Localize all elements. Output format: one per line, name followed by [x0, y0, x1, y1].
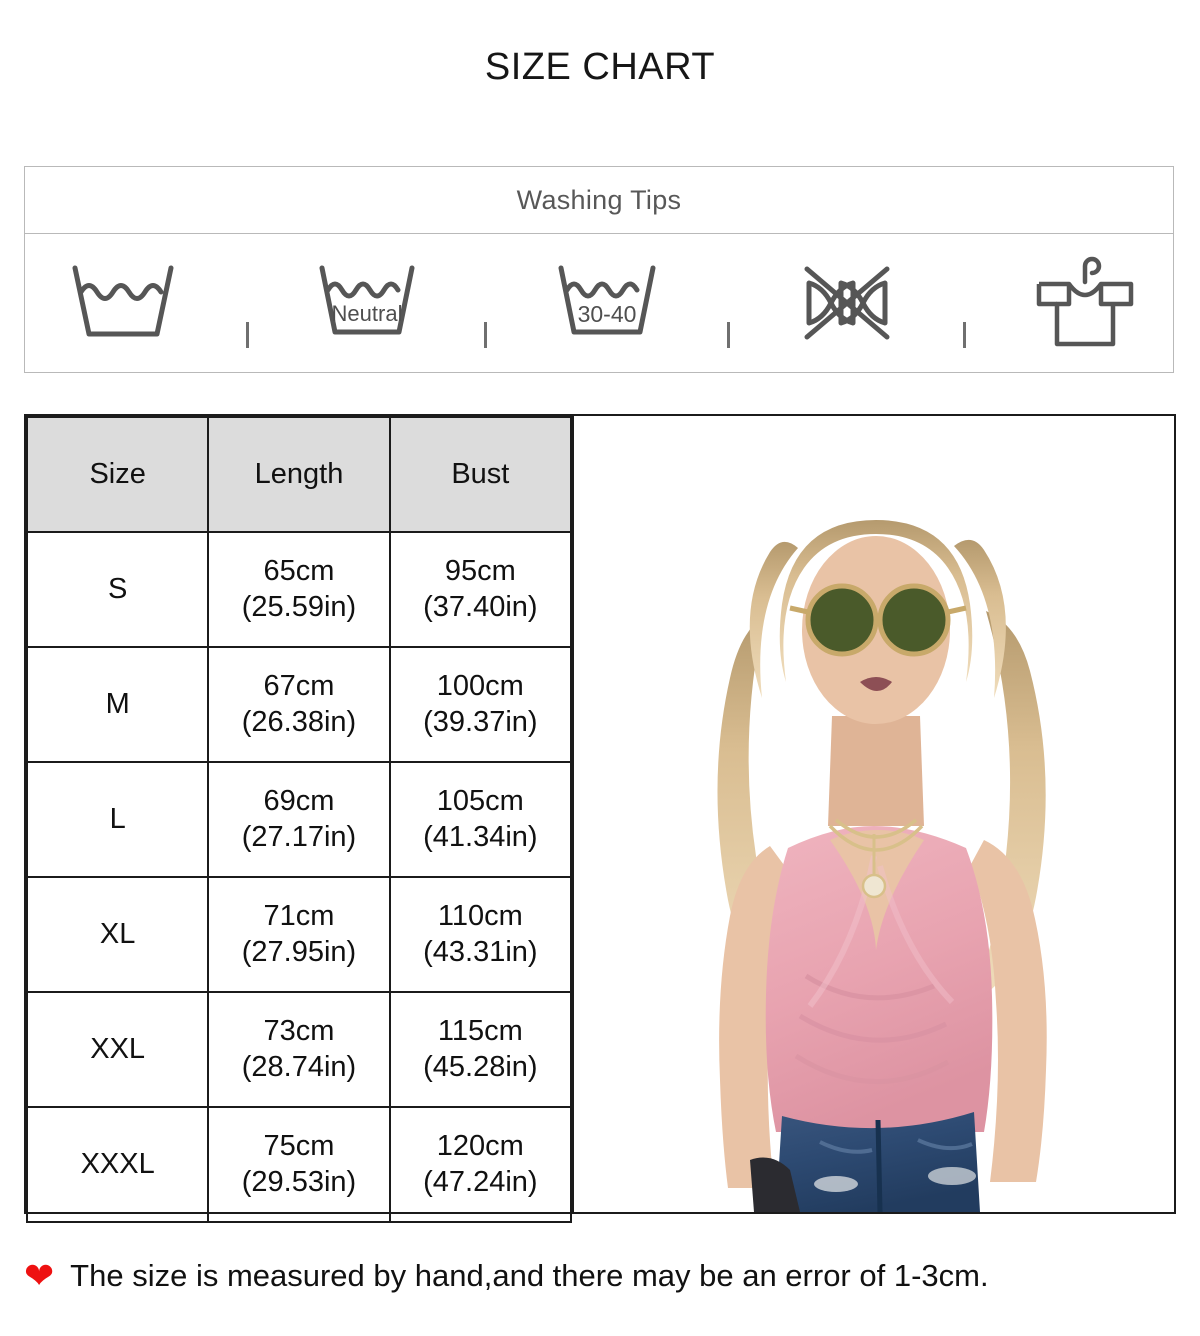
cell-length: 69cm (27.17in) [207, 761, 391, 878]
cell-bust: 105cm (41.34in) [388, 761, 573, 878]
measurement-note: ❤ The size is measured by hand,and there… [24, 1258, 1176, 1294]
cell-bust: 95cm (37.40in) [388, 531, 573, 648]
length-cm: 69cm [263, 785, 335, 818]
cell-bust: 120cm (47.24in) [388, 1106, 573, 1223]
table-row: XXL 73cm (28.74in) 115cm (45.28in) [25, 991, 573, 1108]
washing-icon-cell-5 [1031, 254, 1139, 352]
measurement-note-text: The size is measured by hand,and there m… [70, 1258, 989, 1293]
machine-wash-icon [72, 265, 174, 337]
washing-tips-header: Washing Tips [25, 167, 1173, 234]
length-cm: 65cm [263, 555, 335, 588]
bust-in: (37.40in) [423, 590, 538, 623]
cell-length: 67cm (26.38in) [207, 646, 391, 763]
wash-temperature-icon: 30-40 [558, 265, 656, 335]
washing-tips-title: Washing Tips [516, 184, 682, 215]
bust-cm: 110cm [437, 900, 523, 933]
cell-bust: 100cm (39.37in) [388, 646, 573, 763]
length-cm: 71cm [263, 900, 335, 933]
length-in: (25.59in) [241, 590, 357, 623]
hang-dry-icon [1036, 256, 1134, 347]
bust-in: (47.24in) [423, 1165, 538, 1198]
bust-cm: 105cm [436, 785, 524, 818]
table-row: XL 71cm (27.95in) 110cm (43.31in) [25, 876, 573, 993]
cell-length: 65cm (25.59in) [207, 531, 391, 648]
length-in: (27.95in) [241, 935, 357, 968]
icon-separator-3 [726, 322, 730, 348]
model-illustration [574, 416, 1174, 1212]
table-row: M 67cm (26.38in) 100cm (39.37in) [25, 646, 573, 763]
do-not-wring-icon [804, 266, 889, 340]
bust-cm: 100cm [436, 670, 524, 703]
column-header-bust: Bust [388, 416, 573, 533]
bust-cm: 120cm [436, 1130, 524, 1163]
washing-icon-cell-3: 30-40 [552, 262, 662, 344]
column-header-size: Size [25, 416, 210, 533]
cell-size: M [25, 646, 210, 763]
bust-cm: 115cm [437, 1015, 523, 1048]
table-header-row: Size Length Bust [25, 416, 573, 533]
cell-size: S [25, 531, 210, 648]
length-in: (29.53in) [241, 1165, 357, 1198]
column-header-length: Length [207, 416, 391, 533]
table-row: L 69cm (27.17in) 105cm (41.34in) [25, 761, 573, 878]
size-chart-block: Size Length Bust S 65cm (25.59in) 95cm (… [24, 414, 1176, 1223]
cell-size: XXXL [25, 1106, 210, 1223]
cell-size: XXL [25, 991, 210, 1108]
product-photo [572, 416, 1174, 1212]
table-row: XXXL 75cm (29.53in) 120cm (47.24in) [25, 1106, 573, 1223]
length-cm: 73cm [263, 1015, 335, 1048]
washing-tips-panel: Washing Tips Neutral 30-40 [24, 166, 1174, 373]
length-cm: 67cm [263, 670, 335, 703]
heart-icon: ❤ [24, 1255, 55, 1296]
length-in: (26.38in) [241, 705, 357, 738]
cell-length: 71cm (27.95in) [207, 876, 391, 993]
length-cm: 75cm [263, 1130, 335, 1163]
cell-length: 75cm (29.53in) [207, 1106, 391, 1223]
bust-in: (41.34in) [423, 820, 538, 853]
size-table: Size Length Bust S 65cm (25.59in) 95cm (… [25, 416, 573, 1223]
bust-in: (43.31in) [423, 935, 538, 968]
neutral-label: Neutral [331, 301, 402, 326]
table-row: S 65cm (25.59in) 95cm (37.40in) [25, 531, 573, 648]
bust-in: (39.37in) [423, 705, 538, 738]
icon-separator-2 [484, 322, 488, 348]
length-in: (28.74in) [241, 1050, 357, 1083]
cell-size: L [25, 761, 210, 878]
neutral-detergent-wash-icon: Neutral [319, 265, 414, 335]
cell-length: 73cm (28.74in) [207, 991, 391, 1108]
washing-icon-cell-4 [795, 261, 899, 345]
page-title: SIZE CHART [484, 46, 716, 88]
washing-icon-cell-1 [65, 260, 181, 346]
cell-bust: 110cm (43.31in) [388, 876, 573, 993]
bust-in: (45.28in) [423, 1050, 538, 1083]
washing-icon-cell-2: Neutral [314, 262, 420, 344]
icon-separator-4 [963, 322, 967, 348]
bust-cm: 95cm [444, 555, 516, 588]
cell-size: XL [25, 876, 210, 993]
cell-bust: 115cm (45.28in) [388, 991, 573, 1108]
icon-separator-1 [245, 322, 249, 348]
washing-icons-row: Neutral 30-40 [25, 234, 1173, 372]
wash-temperature-label: 30-40 [578, 301, 637, 327]
length-in: (27.17in) [241, 820, 357, 853]
